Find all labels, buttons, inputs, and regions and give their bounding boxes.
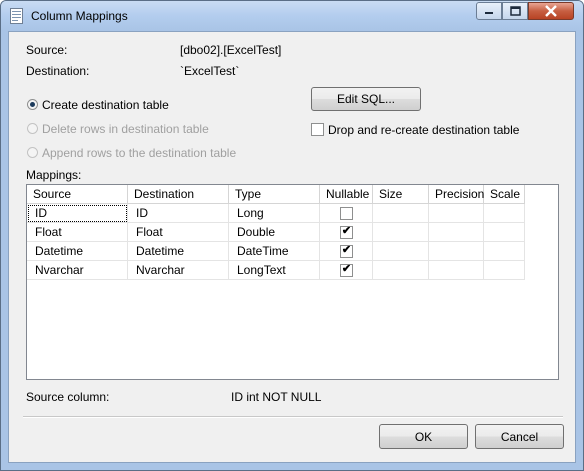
cell-type[interactable]: DateTime: [229, 242, 320, 261]
cell-destination[interactable]: Datetime: [128, 242, 229, 261]
header-scale[interactable]: Scale: [484, 185, 525, 204]
source-label: Source:: [26, 43, 68, 57]
cell-type[interactable]: Double: [229, 223, 320, 242]
cell-size[interactable]: [373, 242, 429, 261]
cell-destination[interactable]: Float: [128, 223, 229, 242]
footer-separator: [23, 416, 563, 418]
delete-rows-label[interactable]: Delete rows in destination table: [42, 122, 209, 136]
create-table-radio[interactable]: [27, 99, 38, 110]
cell-scale[interactable]: [484, 223, 525, 242]
cell-source[interactable]: Datetime: [27, 242, 128, 261]
cell-precision[interactable]: [429, 242, 484, 261]
destination-value: `ExcelTest`: [180, 64, 240, 78]
cell-nullable[interactable]: ✔: [320, 223, 373, 242]
cell-type[interactable]: LongText: [229, 261, 320, 280]
cell-scale[interactable]: [484, 204, 525, 223]
ok-button[interactable]: OK: [379, 424, 468, 449]
cell-precision[interactable]: [429, 204, 484, 223]
nullable-checkbox[interactable]: [340, 207, 353, 220]
close-icon: [545, 5, 557, 17]
header-type[interactable]: Type: [229, 185, 320, 204]
delete-rows-radio[interactable]: [27, 123, 38, 134]
destination-label: Destination:: [26, 64, 90, 78]
cell-scale[interactable]: [484, 261, 525, 280]
nullable-checkbox[interactable]: ✔: [340, 244, 353, 258]
mappings-label: Mappings:: [26, 168, 82, 182]
checkmark-icon: ✔: [341, 244, 352, 256]
minimize-button[interactable]: [476, 2, 502, 20]
cell-precision[interactable]: [429, 261, 484, 280]
dialog-window: Column Mappings Source: [dbo02].[ExcelTe…: [0, 0, 584, 471]
header-destination[interactable]: Destination: [128, 185, 229, 204]
maximize-button[interactable]: [502, 2, 528, 20]
cell-scale[interactable]: [484, 242, 525, 261]
cell-size[interactable]: [373, 223, 429, 242]
cell-size[interactable]: [373, 261, 429, 280]
cell-source[interactable]: Float: [27, 223, 128, 242]
append-rows-label[interactable]: Append rows to the destination table: [42, 146, 236, 160]
cell-precision[interactable]: [429, 223, 484, 242]
minimize-icon: [485, 12, 493, 14]
checkmark-icon: ✔: [341, 263, 352, 275]
cell-size[interactable]: [373, 204, 429, 223]
cell-source[interactable]: Nvarchar: [27, 261, 128, 280]
document-table-icon: [10, 8, 23, 24]
cell-destination[interactable]: Nvarchar: [128, 261, 229, 280]
header-nullable[interactable]: Nullable: [320, 185, 373, 204]
dialog-body: Source: [dbo02].[ExcelTest] Destination:…: [8, 31, 576, 463]
cancel-button[interactable]: Cancel: [475, 424, 564, 449]
source-value: [dbo02].[ExcelTest]: [180, 43, 282, 57]
close-button[interactable]: [528, 2, 574, 20]
cell-source[interactable]: ID: [27, 204, 128, 223]
header-size[interactable]: Size: [373, 185, 429, 204]
title-bar[interactable]: Column Mappings: [1, 1, 583, 31]
append-rows-radio[interactable]: [27, 147, 38, 158]
header-source[interactable]: Source: [27, 185, 128, 204]
cell-destination[interactable]: ID: [128, 204, 229, 223]
drop-recreate-checkbox[interactable]: [311, 123, 324, 136]
cell-type[interactable]: Long: [229, 204, 320, 223]
checkmark-icon: ✔: [341, 225, 352, 237]
source-column-label: Source column:: [26, 390, 110, 404]
edit-sql-button[interactable]: Edit SQL...: [311, 87, 421, 111]
mappings-grid[interactable]: Source Destination Type Nullable Size Pr…: [26, 184, 559, 380]
source-column-value: ID int NOT NULL: [231, 390, 322, 404]
maximize-icon: [510, 6, 521, 16]
nullable-checkbox[interactable]: ✔: [340, 263, 353, 277]
cell-nullable[interactable]: ✔: [320, 261, 373, 280]
create-table-label[interactable]: Create destination table: [42, 98, 169, 112]
cell-nullable[interactable]: [320, 204, 373, 223]
nullable-checkbox[interactable]: ✔: [340, 225, 353, 239]
window-title: Column Mappings: [31, 9, 128, 23]
cell-nullable[interactable]: ✔: [320, 242, 373, 261]
header-precision[interactable]: Precision: [429, 185, 484, 204]
drop-recreate-label[interactable]: Drop and re-create destination table: [328, 123, 519, 137]
